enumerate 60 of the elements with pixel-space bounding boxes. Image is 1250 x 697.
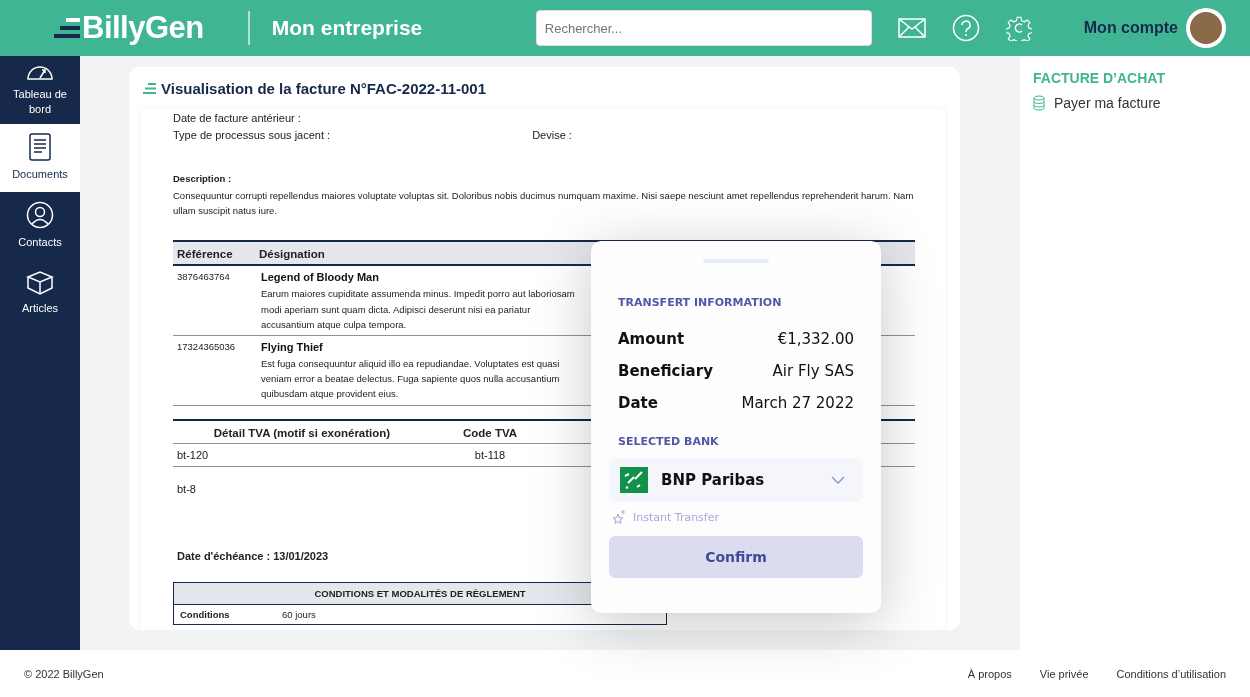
copyright-text: © 2022 BillyGen (24, 667, 104, 680)
footer-link[interactable]: Vie privée (1039, 667, 1089, 680)
footer-link[interactable]: Conditions d’utilisation (1116, 667, 1226, 680)
pay-invoice-link[interactable]: Payer ma facture (1033, 95, 1237, 111)
section-title: SELECTED BANK (618, 435, 720, 448)
instant-transfer-label: Instant Transfer (633, 510, 719, 524)
column-header: Code TVA (431, 419, 549, 443)
field-label: Devise : (532, 129, 572, 141)
sparkle-star-icon (612, 510, 626, 524)
info-value: Air Fly SAS (772, 362, 854, 380)
sidebar-item[interactable]: Articles (0, 260, 80, 328)
help-icon[interactable] (951, 14, 980, 42)
person-icon (26, 201, 54, 230)
field-label: Date de facture antérieur : (173, 111, 302, 124)
item-description: Earum maiores cupiditate assumenda minus. Impedit porro aut laboriosam modi aperiam sunt quam dicta. Adipisci deserunt nisi ea pariatur accusantium atque culpa tempora. (261, 287, 576, 332)
field-label: Type de processus sous jacent : (173, 129, 331, 141)
info-value: March 27 2022 (741, 394, 854, 412)
confirm-button[interactable]: Confirm (609, 536, 863, 578)
column-header: Désignation (259, 248, 325, 261)
box-icon (26, 271, 54, 296)
due-date: Date d'échéance : 13/01/2023 (176, 549, 329, 562)
settings-icon[interactable] (1005, 15, 1032, 41)
table-cell: 60 jours (276, 604, 667, 624)
chevron-down-icon (831, 476, 845, 484)
search-field[interactable]: Rechercher... (535, 10, 872, 46)
table-cell: 17324365036 (173, 335, 257, 405)
document-icon (29, 133, 51, 162)
column-header: Détail TVA (motif si exonération) (173, 419, 431, 443)
footer-link[interactable]: À propos (967, 667, 1012, 680)
item-title: Flying Thief (261, 340, 324, 353)
table-cell: bt-118 (431, 443, 549, 466)
account-link[interactable]: Mon compte (1083, 19, 1178, 37)
section-title: TRANSFERT INFORMATION (618, 296, 783, 309)
sidebar-item[interactable]: Documents (0, 124, 80, 192)
table-cell: Conditions (173, 604, 276, 624)
info-label: Amount (618, 330, 685, 348)
mail-icon[interactable] (897, 18, 926, 38)
avatar-photo-placeholder[interactable] (1186, 8, 1226, 48)
logo-icon (54, 17, 80, 39)
sidebar-item[interactable]: Contacts (0, 192, 80, 260)
database-icon (1033, 95, 1045, 111)
panel-heading: FACTURE D’ACHAT (1033, 70, 1166, 86)
menu-lines-icon (143, 83, 156, 94)
description-label: Description : (173, 173, 233, 184)
info-label: Beneficiary (618, 362, 713, 380)
description-text: Consequuntur corrupti repellendus maiores voluptate voluptas sit. Doloribus nobis ducimus numquam maxime. Nisi saepe nesciunt amet repellendus reprehenderit harum. Nam ullam suscipit natus iure. (173, 189, 915, 219)
page-title: Mon entreprise (271, 16, 423, 40)
info-value: €1,332.00 (777, 330, 854, 348)
bank-select[interactable]: BNP Paribas (609, 458, 863, 502)
bank-logo-icon (620, 467, 648, 493)
sidebar-item[interactable]: Tableau de bord (0, 56, 80, 124)
column-header: Référence (177, 248, 234, 261)
tva-note: bt-8 (176, 482, 197, 495)
table-cell: 3876463764 (173, 266, 257, 336)
info-label: Date (618, 394, 658, 412)
logo-text: BillyGen (82, 10, 204, 46)
card-title: Visualisation de la facture N°FAC-2022-11-001 (161, 80, 487, 97)
item-title: Legend of Bloody Man (261, 271, 380, 284)
table-cell: bt-120 (173, 443, 431, 466)
item-description: Est fuga consequuntur aliquid illo ea repudiandae. Voluptates est quasi veniam error a beatae delectus. Fuga sapiente quos nulla accusantium quibusdam atque provident eius. (261, 356, 561, 402)
